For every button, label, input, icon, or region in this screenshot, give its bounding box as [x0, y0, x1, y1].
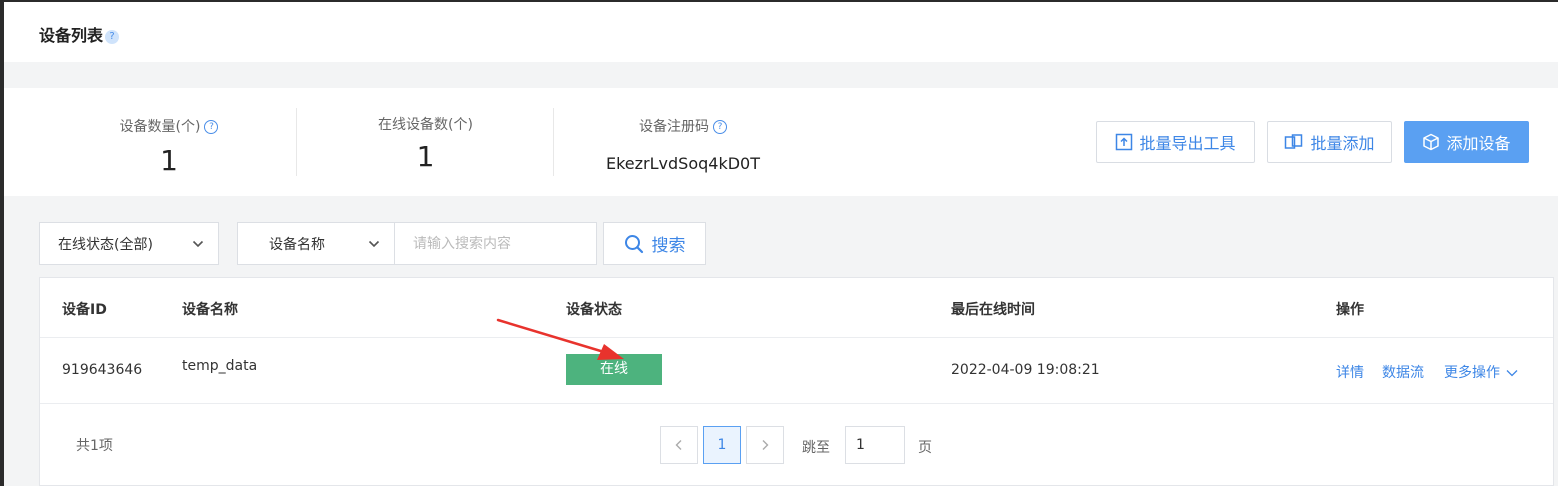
device-count-label: 设备数量(个) [119, 119, 201, 135]
device-table: 设备ID 设备名称 设备状态 最后在线时间 操作 919643646 temp_… [39, 277, 1554, 486]
prev-page-button[interactable] [660, 426, 698, 464]
search-input[interactable] [395, 222, 597, 265]
chevron-right-icon [762, 440, 769, 450]
more-actions-dropdown[interactable]: 更多操作 [1444, 362, 1518, 382]
search-field-select[interactable]: 设备名称 [237, 222, 395, 265]
batch-add-button[interactable]: 批量添加 [1267, 121, 1392, 163]
page-unit-label: 页 [918, 440, 932, 456]
jump-page-input[interactable] [845, 426, 905, 464]
help-icon[interactable]: ? [713, 120, 727, 134]
next-page-button[interactable] [746, 426, 784, 464]
search-button[interactable]: 搜索 [603, 222, 706, 265]
help-icon[interactable]: ? [204, 120, 219, 134]
column-header-last-online: 最后在线时间 [951, 302, 1035, 318]
reg-code-label: 设备注册码 [639, 119, 709, 135]
online-count-label: 在线设备数(个) [378, 117, 473, 133]
data-stream-link[interactable]: 数据流 [1382, 362, 1424, 382]
page-title: 设备列表? [39, 22, 120, 46]
table-row: 919643646 temp_data 在线 2022-04-09 19:08:… [40, 338, 1553, 404]
chevron-left-icon [675, 440, 682, 450]
stat-device-count: 设备数量(个)? 1 [44, 88, 294, 196]
page-header: 设备列表? [4, 2, 1558, 62]
column-header-status: 设备状态 [566, 302, 622, 318]
copy-icon [1285, 134, 1303, 149]
chevron-down-icon [368, 240, 380, 248]
reg-code-value: EkezrLvdSoq4kD0T [606, 154, 760, 173]
chevron-down-icon [192, 240, 204, 248]
device-name-cell: temp_data [182, 358, 258, 374]
status-badge: 在线 [566, 354, 662, 385]
column-header-name: 设备名称 [182, 302, 238, 318]
page-button-1[interactable]: 1 [703, 426, 741, 464]
box-icon [1423, 133, 1440, 151]
stat-online-count: 在线设备数(个) 1 [298, 88, 553, 196]
batch-export-button[interactable]: 批量导出工具 [1096, 121, 1255, 163]
details-link[interactable]: 详情 [1336, 362, 1364, 382]
pagination: 共1项 1 跳至 页 [40, 404, 1553, 486]
window-left-border [0, 0, 4, 486]
chevron-down-icon [1506, 370, 1518, 377]
stat-divider [296, 108, 297, 176]
column-header-id: 设备ID [62, 302, 107, 318]
stat-divider [553, 108, 554, 176]
last-online-cell: 2022-04-09 19:08:21 [951, 362, 1100, 378]
column-header-operations: 操作 [1336, 302, 1364, 318]
table-header: 设备ID 设备名称 设备状态 最后在线时间 操作 [40, 278, 1553, 338]
search-icon [624, 234, 643, 253]
total-count: 共1项 [76, 438, 113, 454]
online-status-select[interactable]: 在线状态(全部) [39, 222, 219, 265]
device-count-value: 1 [160, 144, 178, 177]
jump-to-label: 跳至 [802, 440, 830, 456]
add-device-button[interactable]: 添加设备 [1404, 121, 1529, 163]
help-icon[interactable]: ? [105, 29, 120, 44]
device-id-cell: 919643646 [62, 362, 143, 378]
stats-panel: 设备数量(个)? 1 在线设备数(个) 1 设备注册码? EkezrLvdSoq… [4, 88, 1558, 196]
upload-icon [1116, 133, 1133, 151]
stat-reg-code: 设备注册码? EkezrLvdSoq4kD0T [555, 88, 811, 196]
online-count-value: 1 [416, 140, 435, 173]
